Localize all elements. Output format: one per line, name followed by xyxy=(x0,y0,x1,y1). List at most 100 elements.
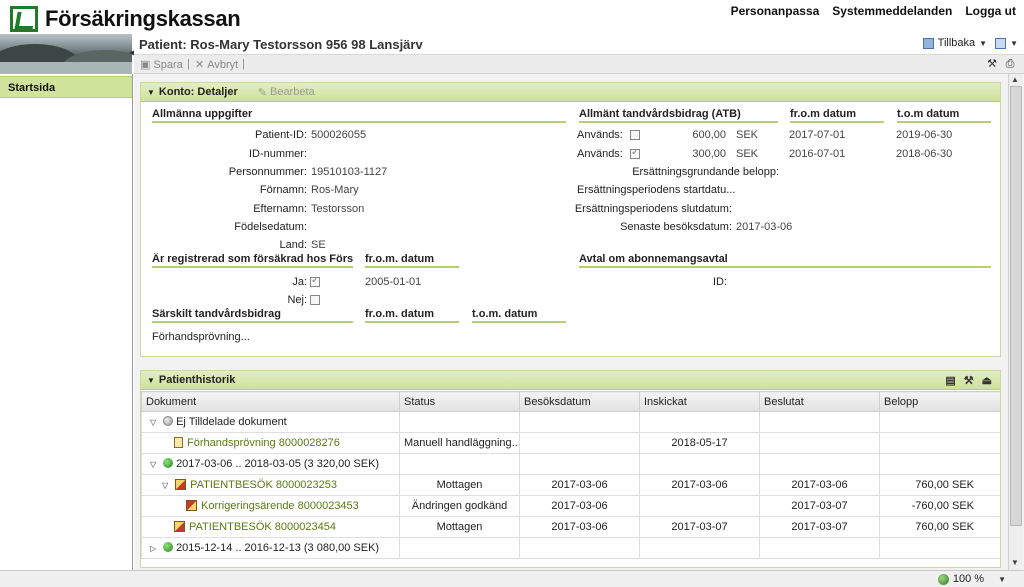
document-link[interactable]: Korrigeringsärende 8000023453 xyxy=(201,500,359,512)
sidebar: Startsida xyxy=(0,74,133,570)
insured-from-header: fr.o.m. datum xyxy=(365,253,459,268)
forward-dropdown-icon[interactable]: ▼ xyxy=(1010,39,1018,48)
nav-controls: Tillbaka ▼ ▼ xyxy=(922,37,1018,49)
table-row[interactable]: ▷ 2015-12-14 .. 2016-12-13 (3 080,00 SEK… xyxy=(141,537,1000,559)
status-bar: 100 % ▼ xyxy=(0,570,1024,587)
yes-date-value: 2005-01-01 xyxy=(365,276,422,288)
period-start-label: Ersättningsperiodens startdatu... xyxy=(577,184,736,196)
konto-panel-header[interactable]: ▼ Konto: Detaljer ✎ Bearbeta xyxy=(141,83,1000,102)
atb-to-2: 2018-06-30 xyxy=(896,148,953,160)
yes-label: Ja: xyxy=(292,276,307,288)
yes-checkbox[interactable] xyxy=(310,275,320,287)
scroll-up-icon[interactable]: ▲ xyxy=(1011,75,1019,84)
pencil-icon: ✎ xyxy=(257,86,267,99)
table-row[interactable]: PATIENTBESÖK 8000023454 Mottagen 2017-03… xyxy=(141,516,1000,538)
period-end-label: Ersättningsperiodens slutdatum: xyxy=(574,203,732,215)
forward-icon[interactable] xyxy=(995,37,1007,49)
atb-used-checkbox-2[interactable] xyxy=(630,147,640,159)
vertical-scrollbar[interactable]: ▲ ▼ xyxy=(1008,74,1022,570)
globe-icon xyxy=(937,573,949,585)
collapse-triangle-icon[interactable]: ▼ xyxy=(147,376,155,385)
col-header-belopp[interactable]: Belopp xyxy=(879,391,1000,412)
edit-button[interactable]: ✎ Bearbeta xyxy=(258,86,315,99)
efternamn-label: Efternamn: xyxy=(253,203,307,215)
atb-from-2: 2016-07-01 xyxy=(789,148,846,160)
personanpassa-link[interactable]: Personanpassa xyxy=(731,4,820,18)
col-header-status[interactable]: Status xyxy=(399,391,520,412)
prior-review-link[interactable]: Förhandsprövning... xyxy=(152,331,250,343)
collapse-triangle-icon[interactable]: ▼ xyxy=(147,88,155,97)
tools-icon[interactable]: ⚒ xyxy=(986,58,998,70)
save-button[interactable]: ▣ Spara xyxy=(140,58,183,72)
toolbar: ▣ Spara | ✕ Avbryt | ⚒ ⎙ xyxy=(134,54,1024,74)
expand-toggle-icon[interactable]: ▷ xyxy=(150,544,160,553)
land-value: SE xyxy=(311,239,326,251)
close-icon: ✕ xyxy=(195,59,205,71)
document-link[interactable]: Förhandsprövning 8000028276 xyxy=(187,437,340,449)
table-row[interactable]: ▽ PATIENTBESÖK 8000023253 Mottagen 2017-… xyxy=(141,474,1000,496)
general-section-title: Allmänna uppgifter xyxy=(152,108,566,123)
col-header-inskickat[interactable]: Inskickat xyxy=(639,391,760,412)
collapse-up-icon[interactable]: ⏏ xyxy=(982,374,992,387)
col-header-besoksdatum[interactable]: Besöksdatum xyxy=(519,391,640,412)
table-row[interactable]: ▽ Ej Tilldelade dokument xyxy=(141,411,1000,433)
konto-panel: ▼ Konto: Detaljer ✎ Bearbeta Allmänna up… xyxy=(140,82,1001,357)
back-icon[interactable] xyxy=(922,37,934,49)
print-icon[interactable]: ⎙ xyxy=(1004,58,1016,70)
correction-icon xyxy=(186,500,197,511)
top-links: Personanpassa Systemmeddelanden Logga ut xyxy=(731,4,1016,18)
tools-icon[interactable]: ⚒ xyxy=(964,374,974,387)
no-checkbox[interactable] xyxy=(310,295,320,305)
land-label: Land: xyxy=(279,239,307,251)
atb-section-title: Allmänt tandvårdsbidrag (ATB) xyxy=(579,108,778,123)
export-icon[interactable]: ▤ xyxy=(945,374,955,387)
patient-visit-icon xyxy=(175,479,187,490)
patient-id-label: Patient-ID: xyxy=(255,129,307,141)
col-header-dokument[interactable]: Dokument xyxy=(141,391,400,412)
zoom-control[interactable]: 100 % ▼ xyxy=(937,573,1006,585)
scroll-down-icon[interactable]: ▼ xyxy=(1011,558,1019,567)
special-to-header: t.o.m. datum xyxy=(472,308,566,323)
expand-toggle-icon[interactable]: ▽ xyxy=(150,460,160,469)
logo-text: Försäkringskassan xyxy=(45,6,241,31)
logo: Försäkringskassan xyxy=(10,6,241,32)
fornamn-label: Förnamn: xyxy=(259,184,307,196)
sidebar-item-startsida[interactable]: Startsida xyxy=(0,76,132,98)
page-title: Patient: Ros-Mary Testorsson 956 98 Lans… xyxy=(139,37,423,52)
title-bar: Patient: Ros-Mary Testorsson 956 98 Lans… xyxy=(134,34,1024,54)
header-landscape-image xyxy=(0,34,132,74)
zoom-dropdown-icon[interactable]: ▼ xyxy=(998,575,1006,584)
atb-amount-2: 300,00 xyxy=(692,148,726,160)
atb-used-label-2: Används: xyxy=(577,148,623,160)
history-panel-header[interactable]: ▼ Patienthistorik ▤ ⚒ ⏏ xyxy=(141,371,1000,390)
back-button[interactable]: Tillbaka xyxy=(938,37,976,49)
back-dropdown-icon[interactable]: ▼ xyxy=(979,39,987,48)
atb-currency-2: SEK xyxy=(736,148,759,160)
document-link[interactable]: PATIENTBESÖK 8000023253 xyxy=(190,479,337,491)
period-status-icon xyxy=(163,542,174,552)
systemmeddelanden-link[interactable]: Systemmeddelanden xyxy=(832,4,952,18)
scroll-thumb[interactable] xyxy=(1010,86,1022,526)
col-header-beslutat[interactable]: Beslutat xyxy=(759,391,880,412)
no-label: Nej: xyxy=(287,294,307,306)
table-row[interactable]: ▽ 2017-03-06 .. 2018-03-05 (3 320,00 SEK… xyxy=(141,453,1000,475)
table-row[interactable]: Korrigeringsärende 8000023453 Ändringen … xyxy=(141,495,1000,517)
personnummer-label: Personnummer: xyxy=(228,166,307,178)
expand-toggle-icon[interactable]: ▽ xyxy=(150,418,160,427)
atb-from-header: fr.o.m datum xyxy=(790,108,884,123)
table-row[interactable]: Förhandsprövning 8000028276 Manuell hand… xyxy=(141,432,1000,454)
expand-toggle-icon[interactable]: ▽ xyxy=(162,481,172,490)
cancel-button[interactable]: ✕ Avbryt xyxy=(195,58,238,72)
basis-amount-label: Ersättningsgrundande belopp: xyxy=(632,166,779,178)
efternamn-value: Testorsson xyxy=(311,203,365,215)
logout-link[interactable]: Logga ut xyxy=(965,4,1016,18)
history-table: Dokument Status Besöksdatum Inskickat Be… xyxy=(141,391,1000,559)
subscription-id-label: ID: xyxy=(712,276,727,288)
atb-used-checkbox-1[interactable] xyxy=(630,130,640,140)
special-section-title: Särskilt tandvårdsbidrag xyxy=(152,308,353,323)
document-icon xyxy=(174,437,183,448)
insured-section-title: Är registrerad som försäkrad hos Förs... xyxy=(152,253,353,268)
document-link[interactable]: PATIENTBESÖK 8000023454 xyxy=(189,521,336,533)
atb-from-1: 2017-07-01 xyxy=(789,129,846,141)
last-visit-label: Senaste besöksdatum: xyxy=(620,221,732,233)
